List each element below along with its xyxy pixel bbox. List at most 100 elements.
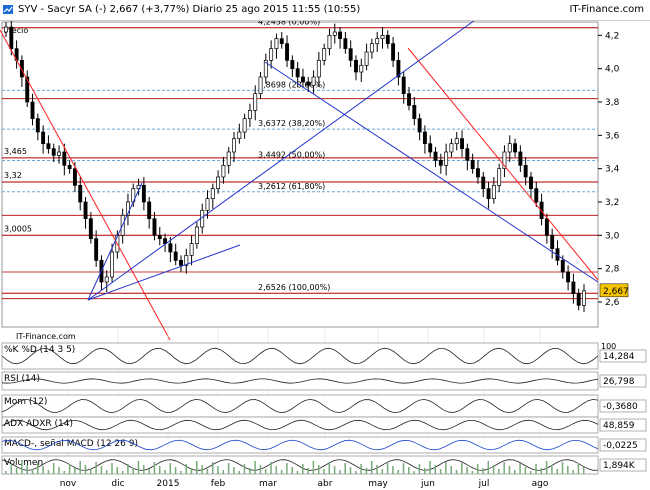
candle xyxy=(550,234,555,250)
candle xyxy=(30,101,35,120)
candle xyxy=(566,271,571,283)
candle xyxy=(295,68,300,78)
candle xyxy=(205,198,210,211)
candle xyxy=(449,143,454,153)
level-label: 3,0005 xyxy=(4,224,32,233)
indicator-panel xyxy=(1,371,599,391)
candle xyxy=(258,76,263,95)
candle xyxy=(481,176,486,190)
candle xyxy=(57,151,61,156)
chart-header: SYV - Sacyr SA (-) 2,667 (+3,77%) Diario… xyxy=(0,0,650,21)
fib-label: 3,4492 (50,00%) xyxy=(258,150,325,159)
candle xyxy=(237,131,242,140)
x-tick-label: feb xyxy=(211,479,226,489)
candle xyxy=(285,43,289,61)
candle xyxy=(475,168,480,178)
candle xyxy=(221,164,226,178)
candle xyxy=(428,143,433,153)
fib-label: 2,6526 (100,00%) xyxy=(258,283,330,292)
candle xyxy=(110,251,115,278)
candle xyxy=(422,131,427,145)
indicator-value: 48,859 xyxy=(603,421,635,431)
candle xyxy=(226,151,231,166)
fib-label: 3,6372 (38,20%) xyxy=(258,119,325,128)
candle xyxy=(322,48,327,61)
fib-label: 3,2612 (61,80%) xyxy=(258,182,325,191)
indicator-value: -0,3680 xyxy=(603,402,638,412)
candle xyxy=(486,188,491,200)
candle xyxy=(338,31,343,40)
indicator-panel xyxy=(1,342,599,370)
candle xyxy=(412,104,417,120)
candle xyxy=(232,138,236,153)
x-tick-label: abr xyxy=(318,479,333,489)
candle xyxy=(348,48,353,61)
watermark: IT-Finance.com xyxy=(16,332,76,341)
candle xyxy=(242,118,247,133)
candle xyxy=(301,76,305,83)
candle xyxy=(279,38,284,45)
candle xyxy=(94,238,99,261)
candle xyxy=(465,148,470,161)
candle xyxy=(316,59,321,78)
candle xyxy=(168,243,173,253)
candle xyxy=(544,218,549,236)
candle xyxy=(571,281,576,295)
candle xyxy=(290,59,295,70)
candle xyxy=(407,93,411,106)
candle xyxy=(497,168,502,186)
y-tick-label: 4,2 xyxy=(605,31,619,41)
candle xyxy=(507,143,512,153)
candle xyxy=(391,43,396,61)
candle xyxy=(454,138,459,145)
y-tick-label: 4,0 xyxy=(605,65,620,75)
x-tick-label: 2015 xyxy=(157,479,180,489)
candle xyxy=(104,276,109,283)
level-label: 3,465 xyxy=(4,147,27,156)
candle xyxy=(189,243,194,256)
brand-label: IT-Finance.com xyxy=(569,4,644,15)
candle xyxy=(83,201,88,220)
candle xyxy=(4,26,8,33)
candle xyxy=(72,168,77,186)
x-tick-label: nov xyxy=(60,479,77,489)
candle xyxy=(438,159,443,166)
candle xyxy=(491,184,496,200)
candle xyxy=(385,34,390,45)
candle xyxy=(343,38,348,50)
candle xyxy=(62,151,67,166)
level-label: 3,32 xyxy=(4,171,22,180)
x-tick-label: dic xyxy=(111,479,124,489)
symbol-title: SYV - Sacyr SA (-) 2,667 (+3,77%) Diario… xyxy=(18,4,361,15)
candle xyxy=(433,151,438,161)
candle xyxy=(327,34,332,50)
candle xyxy=(179,259,183,266)
candle xyxy=(157,234,162,240)
candle xyxy=(141,184,146,203)
candle xyxy=(582,290,586,306)
candle xyxy=(173,251,178,261)
candle xyxy=(46,143,51,150)
candle xyxy=(152,218,157,236)
chart-icon xyxy=(3,5,13,14)
candle xyxy=(41,131,46,145)
indicator-panel xyxy=(1,394,599,418)
y-tick-label: 2,6 xyxy=(605,298,620,308)
candle xyxy=(269,48,274,61)
indicator-value: 14,284 xyxy=(603,352,635,362)
candle xyxy=(460,138,464,150)
candle xyxy=(560,259,565,273)
chart-area: Precio2,62,83,03,23,43,63,84,04,23,4653,… xyxy=(0,18,647,489)
indicator-value: -0,0225 xyxy=(603,441,638,451)
candle xyxy=(306,81,311,86)
x-tick-label: ago xyxy=(532,479,549,489)
candle xyxy=(194,226,199,245)
candle xyxy=(380,34,385,40)
x-tick-label: may xyxy=(368,479,388,489)
candle xyxy=(274,38,279,50)
candle xyxy=(444,151,449,166)
price-panel xyxy=(1,21,599,328)
indicator-panel xyxy=(1,416,599,434)
indicator-value: 26,798 xyxy=(603,377,635,387)
candle xyxy=(9,26,14,50)
